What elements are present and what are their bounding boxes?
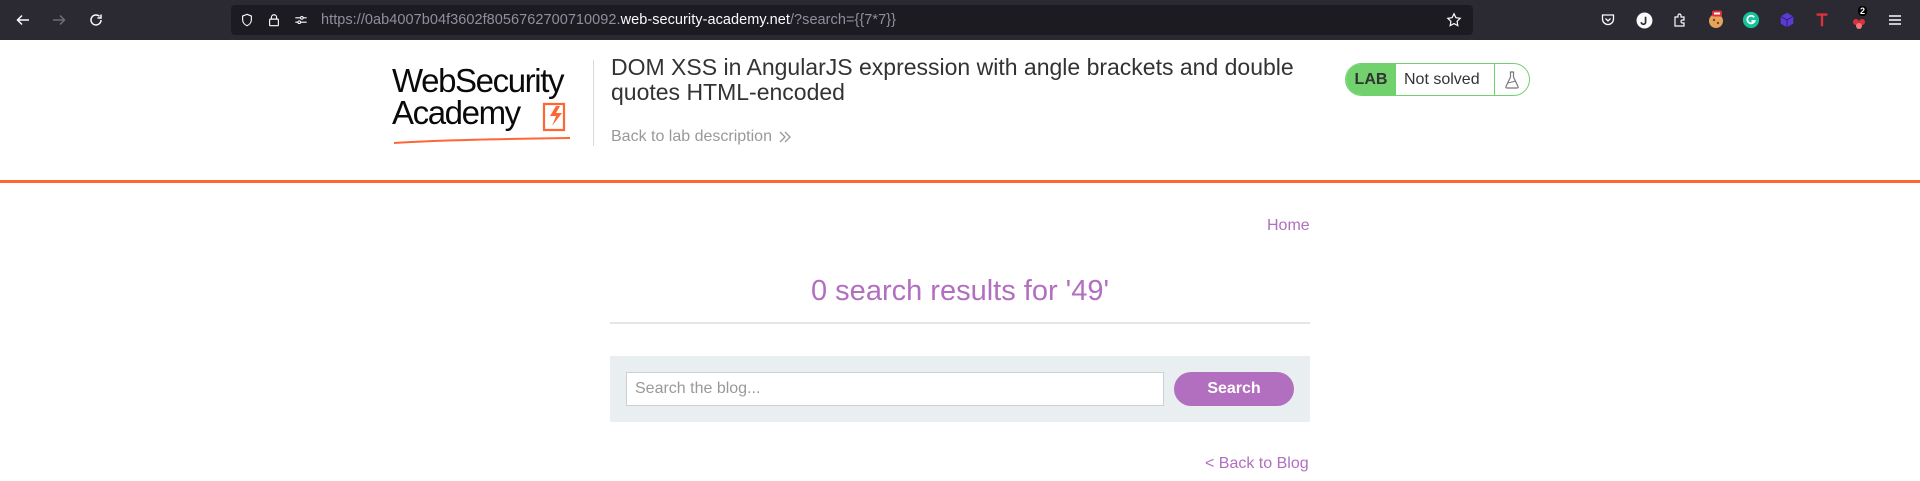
cookie-extension-icon[interactable] [1706,10,1726,30]
lab-status-widget: LAB Not solved [1345,63,1530,96]
search-results-heading: 0 search results for '49' [811,275,1109,307]
url-text[interactable]: https://0ab4007b04f3602f8056762700710092… [321,12,896,28]
extensions-puzzle-icon[interactable] [1670,10,1690,30]
address-bar[interactable]: https://0ab4007b04f3602f8056762700710092… [231,5,1473,35]
lab-title: DOM XSS in AngularJS expression with ang… [611,54,1294,105]
results-divider [610,322,1310,324]
back-to-lab-description-label: Back to lab description [611,128,772,145]
double-chevron-right-icon [779,131,791,143]
cube-extension-icon[interactable] [1777,10,1797,30]
back-arrow-icon[interactable] [11,8,35,32]
badge-extension-icon[interactable]: 2 [1849,6,1869,30]
hamburger-menu-icon[interactable] [1885,10,1905,30]
flask-icon [1494,64,1528,95]
bookmark-star-icon[interactable] [1446,12,1462,28]
extension-badge-count: 2 [1858,6,1868,16]
forward-arrow-icon[interactable] [47,8,71,32]
logo-line-2: Academy [392,94,521,131]
back-to-lab-description-link[interactable]: Back to lab description [611,128,792,146]
reload-icon[interactable] [84,8,108,32]
text-extension-icon[interactable] [1812,10,1832,30]
logo-underline-swoosh [393,137,571,144]
account-icon[interactable] [1634,10,1654,30]
lock-icon[interactable] [266,12,282,28]
search-button[interactable]: Search [1174,372,1294,406]
home-link[interactable]: Home [1267,217,1310,235]
search-input[interactable] [626,372,1164,406]
lab-status-value: Not solved [1404,70,1480,88]
logo-line-1: WebSecurity [392,62,564,99]
logo-lightning-icon [542,102,566,132]
search-panel: Search [610,356,1310,422]
pocket-icon[interactable] [1598,10,1618,30]
site-permissions-icon[interactable] [293,12,309,28]
grammarly-icon[interactable] [1741,10,1761,30]
browser-toolbar: https://0ab4007b04f3602f8056762700710092… [0,0,1920,40]
lab-status-label: LAB [1346,64,1396,95]
header-divider [593,60,594,146]
lab-header: WebSecurity Academy DOM XSS in AngularJS… [0,40,1920,183]
back-to-blog-link[interactable]: < Back to Blog [1205,455,1309,473]
web-security-academy-logo[interactable]: WebSecurity Academy [392,64,590,146]
shield-icon[interactable] [239,12,255,28]
